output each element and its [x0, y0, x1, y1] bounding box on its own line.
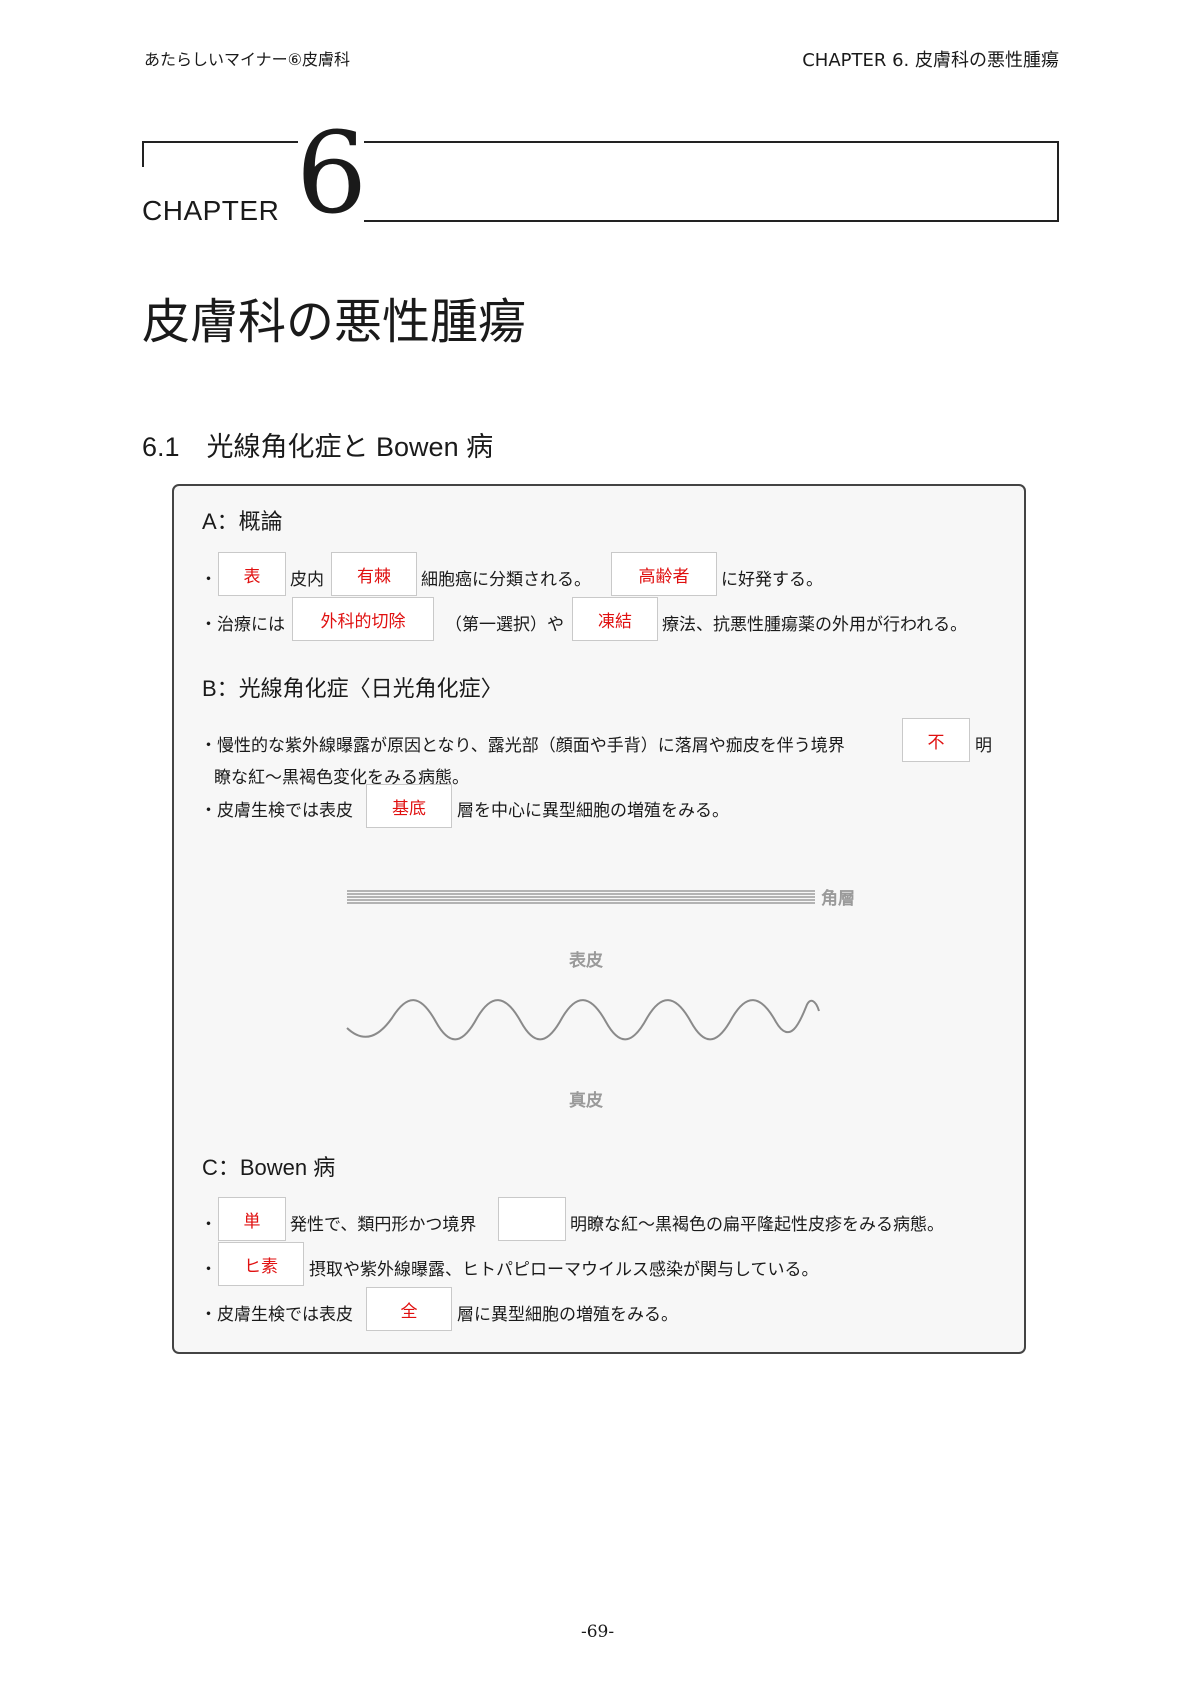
text: 層に異型細胞の増殖をみる。: [457, 1305, 678, 1325]
text: 発性で、類円形かつ境界: [290, 1215, 477, 1235]
text: ・治療には: [200, 615, 285, 635]
label-dermis: 真皮: [569, 1091, 603, 1111]
text: （第一選択）や: [445, 615, 564, 635]
answer-box[interactable]: 凍結: [572, 597, 658, 641]
text: ・皮膚生検では表皮: [200, 1305, 353, 1325]
chapter-label: CHAPTER: [142, 195, 280, 226]
text: 細胞癌に分類される。: [421, 570, 591, 590]
text: 療法、抗悪性腫瘍薬の外用が行われる。: [662, 615, 968, 635]
answer-box[interactable]: 単: [218, 1197, 286, 1241]
text: ・皮膚生検では表皮: [200, 801, 353, 821]
text: 摂取や紫外線曝露、ヒトパピローマウイルス感染が関与している。: [309, 1260, 819, 1280]
subheading-b: B：光線角化症〈日光角化症〉: [202, 676, 503, 701]
answer-box[interactable]: 基底: [366, 784, 452, 828]
label-epidermis: 表皮: [569, 951, 603, 971]
answer-box-empty[interactable]: [498, 1197, 566, 1241]
answer-box[interactable]: 全: [366, 1287, 452, 1331]
answer-box[interactable]: 表: [218, 552, 286, 596]
bullet: ・: [200, 1260, 217, 1280]
bullet: ・: [200, 1215, 217, 1235]
label-stratum-corneum: 角層: [821, 889, 855, 909]
text: 層を中心に異型細胞の増殖をみる。: [457, 801, 729, 821]
text: 皮内: [290, 570, 324, 590]
answer-box[interactable]: ヒ素: [218, 1242, 304, 1286]
page-number: -69-: [581, 1622, 615, 1642]
subheading-c: C：Bowen 病: [202, 1155, 336, 1180]
text: に好発する。: [721, 570, 823, 590]
chapter-number: 6: [296, 109, 368, 239]
text: 明: [975, 736, 992, 756]
running-header-right: CHAPTER 6. 皮膚科の悪性腫瘍: [802, 50, 1059, 71]
running-header-left: あたらしいマイナー⑥皮膚科: [144, 50, 351, 69]
subheading-a: A：概論: [202, 509, 283, 534]
section-title: 6.1 光線角化症と Bowen 病: [142, 432, 494, 462]
chapter-title: 皮膚科の悪性腫瘍: [142, 294, 527, 350]
answer-box[interactable]: 不: [902, 718, 970, 762]
answer-box[interactable]: 高齢者: [611, 552, 717, 596]
chapter-frame-right: [364, 141, 1059, 222]
basement-membrane-wave: [346, 999, 820, 1041]
text: ・慢性的な紫外線曝露が原因となり、露光部（顔面や手背）に落屑や痂皮を伴う境界: [200, 736, 845, 756]
answer-box[interactable]: 外科的切除: [292, 597, 434, 641]
bullet: ・: [200, 570, 217, 590]
answer-box[interactable]: 有棘: [331, 552, 417, 596]
text: 明瞭な紅〜黒褐色の扁平隆起性皮疹をみる病態。: [570, 1215, 944, 1235]
chapter-frame-left: [142, 141, 298, 167]
